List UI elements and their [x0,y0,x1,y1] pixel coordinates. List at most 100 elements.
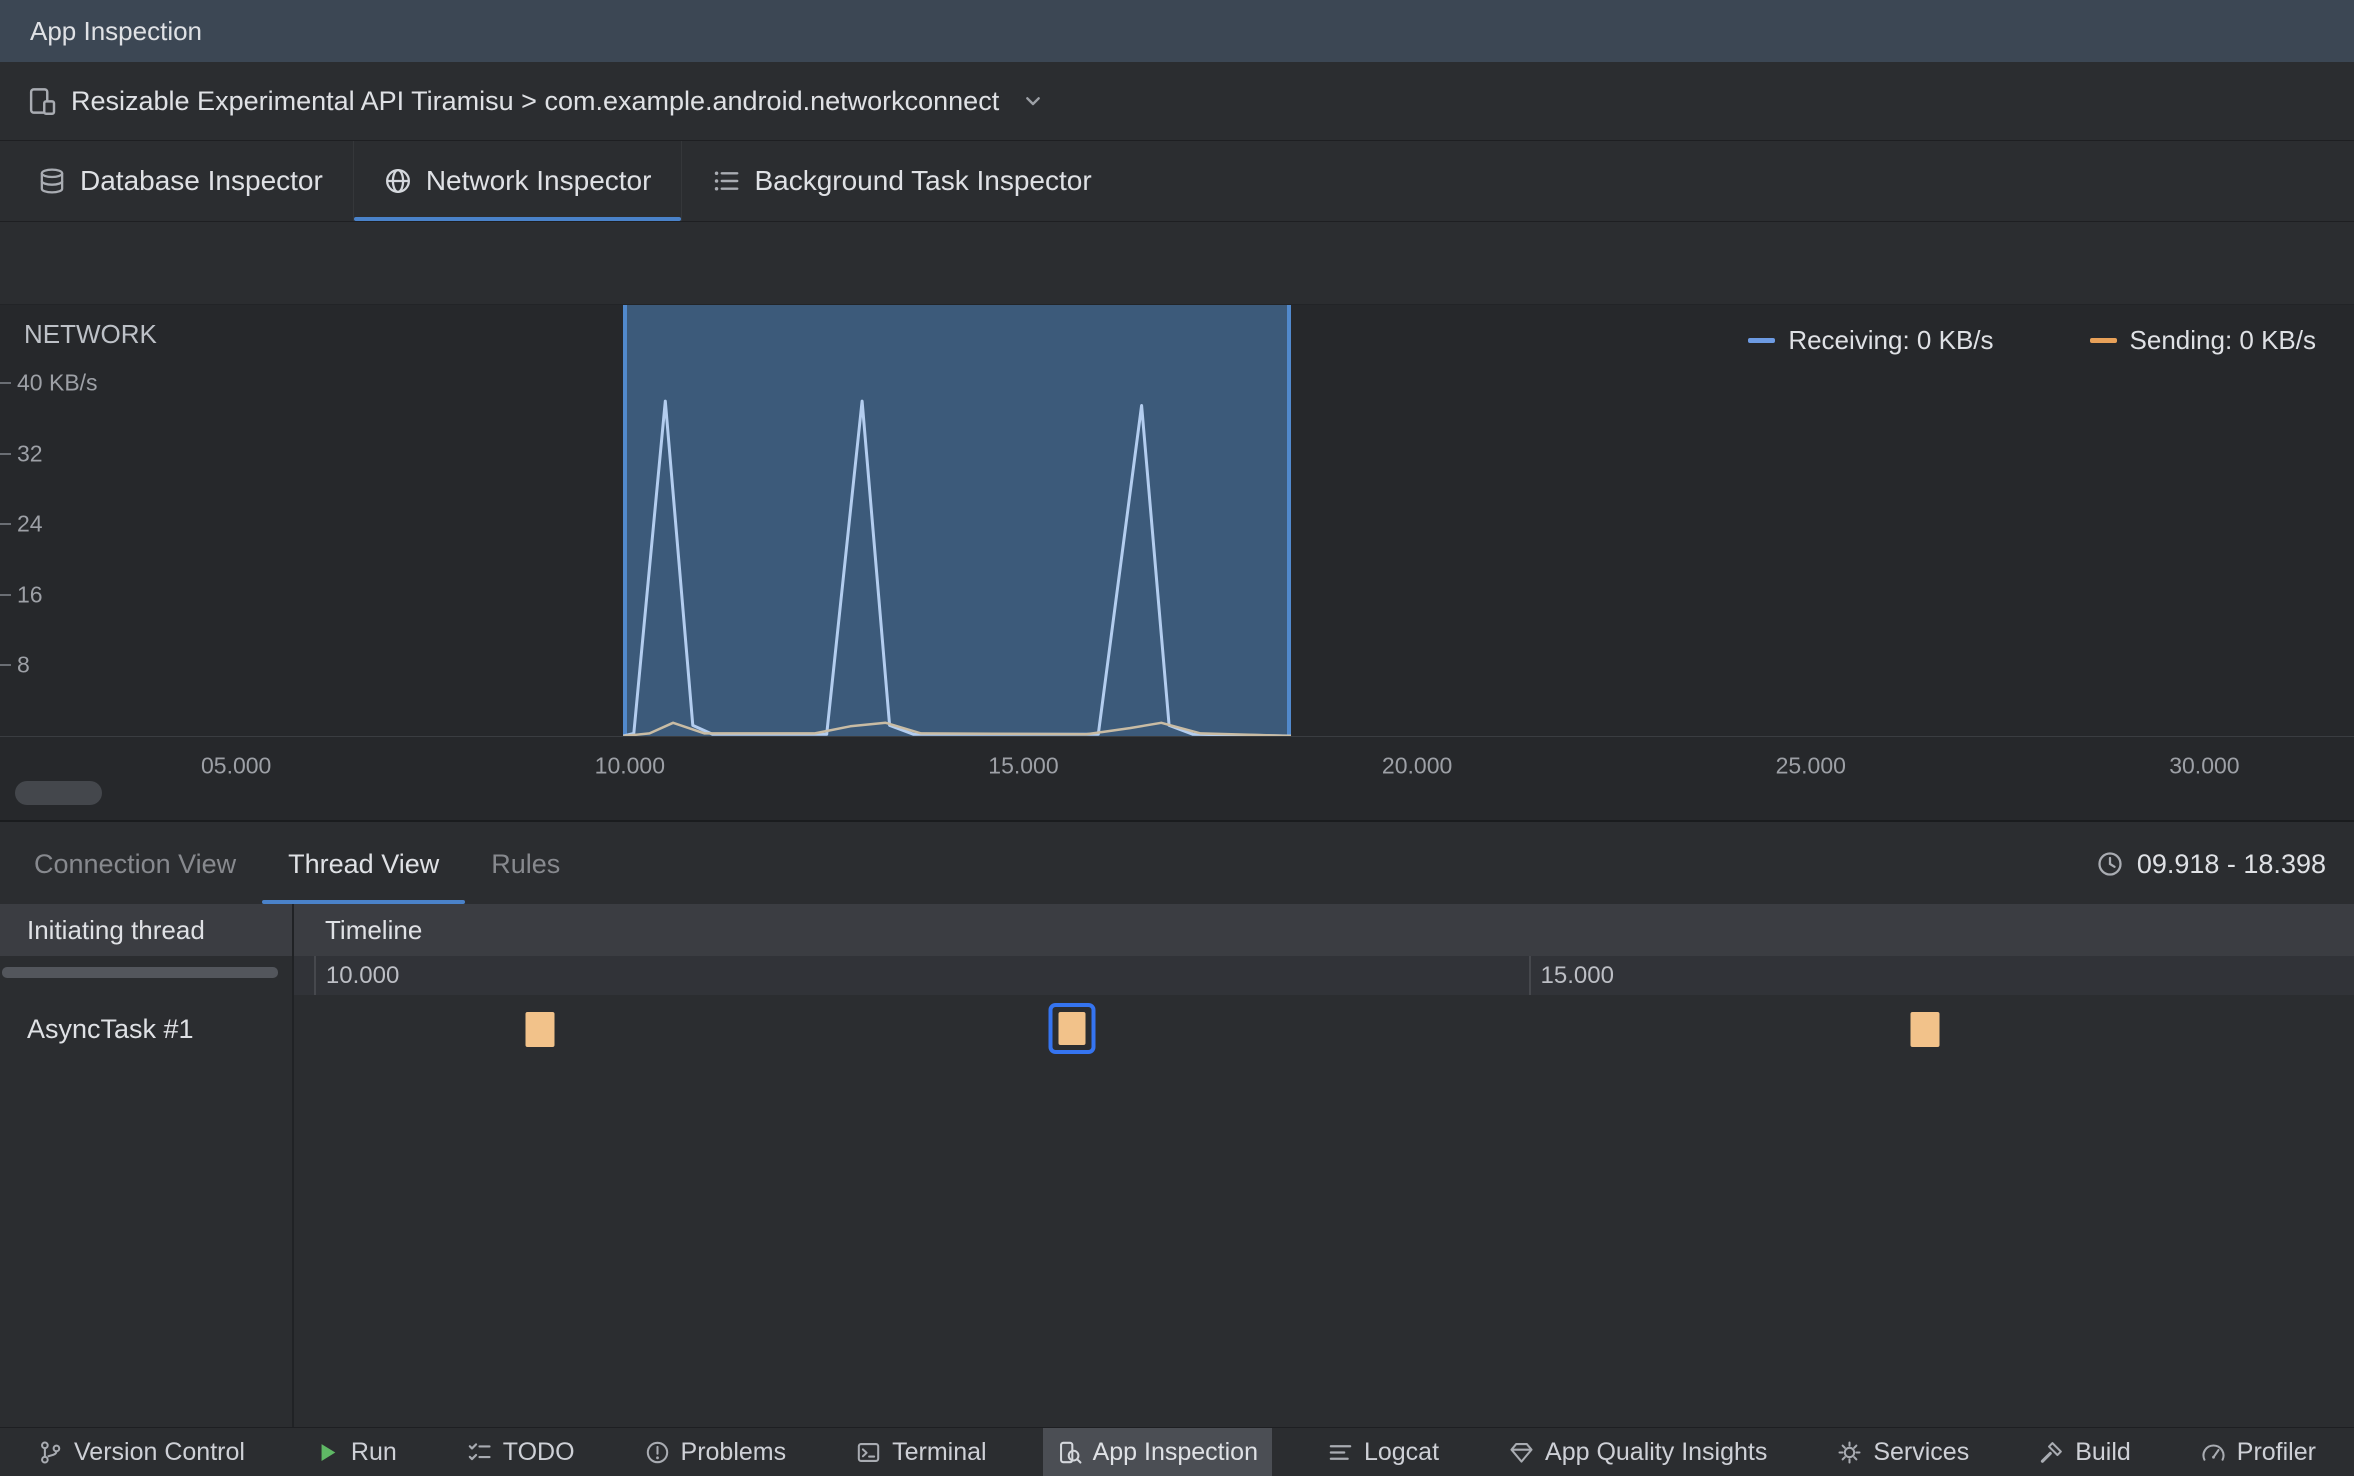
network-event-block[interactable] [525,1012,555,1047]
device-process-selector[interactable]: Resizable Experimental API Tiramisu > co… [0,62,2354,141]
statusbar-label: Problems [680,1437,787,1466]
chart-scrollbar-thumb[interactable] [15,781,102,805]
statusbar-label: Profiler [2236,1437,2316,1466]
x-tick-label: 10.000 [594,752,666,779]
timeline-gridline [313,956,316,995]
statusbar-item-todo[interactable]: TODO [453,1428,589,1476]
chart-x-axis: 05.000 10.000 15.000 20.000 25.000 30.000 [0,736,2354,795]
network-event-block[interactable] [1058,1012,1086,1045]
terminal-icon [856,1440,881,1465]
statusbar-item-services[interactable]: Services [1823,1428,1983,1476]
statusbar-label: TODO [502,1437,575,1466]
statusbar-label: Version Control [74,1437,245,1466]
thread-column-scrollbar-thumb[interactable] [2,967,278,978]
inspector-tabs: Database Inspector Network Inspector Bac… [0,141,2354,222]
tab-label: Background Task Inspector [754,165,1092,196]
time-range-label: 09.918 - 18.398 [2136,848,2326,879]
tab-connection-view[interactable]: Connection View [8,824,262,904]
statusbar-label: App Quality Insights [1545,1437,1768,1466]
legend-receiving: Receiving: 0 KB/s [1748,325,1994,356]
network-view-tabs: Connection View Thread View Rules 09.918… [0,824,2354,904]
chart-series-svg [623,399,1292,736]
y-tick-label: 16 [17,581,43,608]
statusbar-item-problems[interactable]: Problems [631,1428,801,1476]
tool-window-titlebar: App Inspection [0,0,2354,62]
tab-rules[interactable]: Rules [465,824,586,904]
logcat-icon [1328,1440,1353,1465]
hammer-icon [2039,1440,2064,1465]
statusbar-label: App Inspection [1092,1437,1258,1466]
tab-background-task-inspector[interactable]: Background Task Inspector [681,141,1121,221]
y-tick-label: 24 [17,510,43,537]
y-tick-mark [0,664,11,667]
tab-network-inspector[interactable]: Network Inspector [352,141,682,221]
chevron-down-icon [1021,89,1045,113]
column-header-initiating-thread[interactable]: Initiating thread [0,915,294,946]
services-icon [1837,1440,1862,1465]
statusbar-label: Logcat [1363,1437,1440,1466]
database-icon [38,167,66,195]
todo-icon [467,1440,492,1465]
timeline-tick-label: 15.000 [1540,961,1614,989]
y-tick-mark [0,523,11,526]
app-inspection-icon [1057,1440,1082,1465]
statusbar-item-terminal[interactable]: Terminal [842,1428,1000,1476]
network-chart-section: 40 KB/s 32 24 16 8 NETWORK Receiving: 0 KB/s… [0,305,2354,822]
chart-scrollbar[interactable] [0,781,2354,822]
statusbar-item-build[interactable]: Build [2025,1428,2145,1476]
statusbar-item-app-quality-insights[interactable]: App Quality Insights [1495,1428,1781,1476]
column-divider[interactable] [292,904,294,1427]
y-tick-mark [0,593,11,596]
statusbar-label: Services [1873,1437,1970,1466]
device-process-label: Resizable Experimental API Tiramisu > co… [71,85,1000,116]
clock-icon [2096,850,2124,878]
statusbar-label: Run [350,1437,397,1466]
inspector-toolbar [0,222,2354,305]
tab-thread-view[interactable]: Thread View [262,824,466,904]
statusbar-label: Build [2075,1437,2131,1466]
tab-label: Network Inspector [425,165,652,196]
selection-time-range: 09.918 - 18.398 [2096,824,2326,904]
network-event-block-selected[interactable] [1048,1003,1096,1054]
statusbar-item-profiler[interactable]: Profiler [2187,1428,2330,1476]
gem-icon [1509,1440,1534,1465]
thread-name: AsyncTask #1 [27,1013,194,1044]
tab-label: Thread View [288,848,440,879]
tab-label: Connection View [34,848,237,879]
device-icon [27,86,57,116]
speedometer-icon [2201,1440,2226,1465]
chart-legend: Receiving: 0 KB/s Sending: 0 KB/s [1748,325,2316,356]
statusbar-item-version-control[interactable]: Version Control [24,1428,259,1476]
network-chart-plot[interactable]: 40 KB/s 32 24 16 8 NETWORK Receiving: 0 KB/s… [0,305,2354,736]
timeline-tick-label: 10.000 [325,961,400,989]
x-tick-label: 30.000 [2169,752,2240,779]
legend-label: Sending: 0 KB/s [2129,325,2316,355]
statusbar-item-app-inspection[interactable]: App Inspection [1042,1428,1272,1476]
statusbar-item-run[interactable]: Run [301,1428,411,1476]
x-tick-label: 20.000 [1381,752,1453,779]
column-header-timeline[interactable]: Timeline [294,915,422,946]
legend-label: Receiving: 0 KB/s [1788,325,1994,355]
statusbar-item-logcat[interactable]: Logcat [1314,1428,1453,1476]
thread-table-header: Initiating thread Timeline [0,904,2354,956]
tab-label: Database Inspector [80,165,323,196]
timeline-gridline [1528,956,1531,995]
statusbar: Version Control Run TODO Problems Termin… [0,1427,2354,1476]
y-tick-label: 8 [17,651,30,678]
y-tick-label: 40 KB/s [17,369,98,396]
x-tick-label: 15.000 [988,752,1059,779]
receiving-color-swatch [1748,338,1776,343]
timeline-subheader: 10.000 15.000 [294,956,2354,995]
run-icon [315,1440,340,1465]
tool-window-title: App Inspection [30,15,203,46]
x-tick-label: 25.000 [1775,752,1846,779]
tab-database-inspector[interactable]: Database Inspector [8,141,353,221]
statusbar-label: Terminal [892,1437,987,1466]
network-event-block[interactable] [1910,1012,1939,1047]
task-list-icon [712,167,740,195]
branch-icon [38,1440,63,1465]
thread-row[interactable]: AsyncTask #1 [0,995,2354,1063]
tab-label: Rules [491,848,561,879]
thread-rows: AsyncTask #1 [0,995,2354,1427]
legend-sending: Sending: 0 KB/s [2089,325,2316,356]
